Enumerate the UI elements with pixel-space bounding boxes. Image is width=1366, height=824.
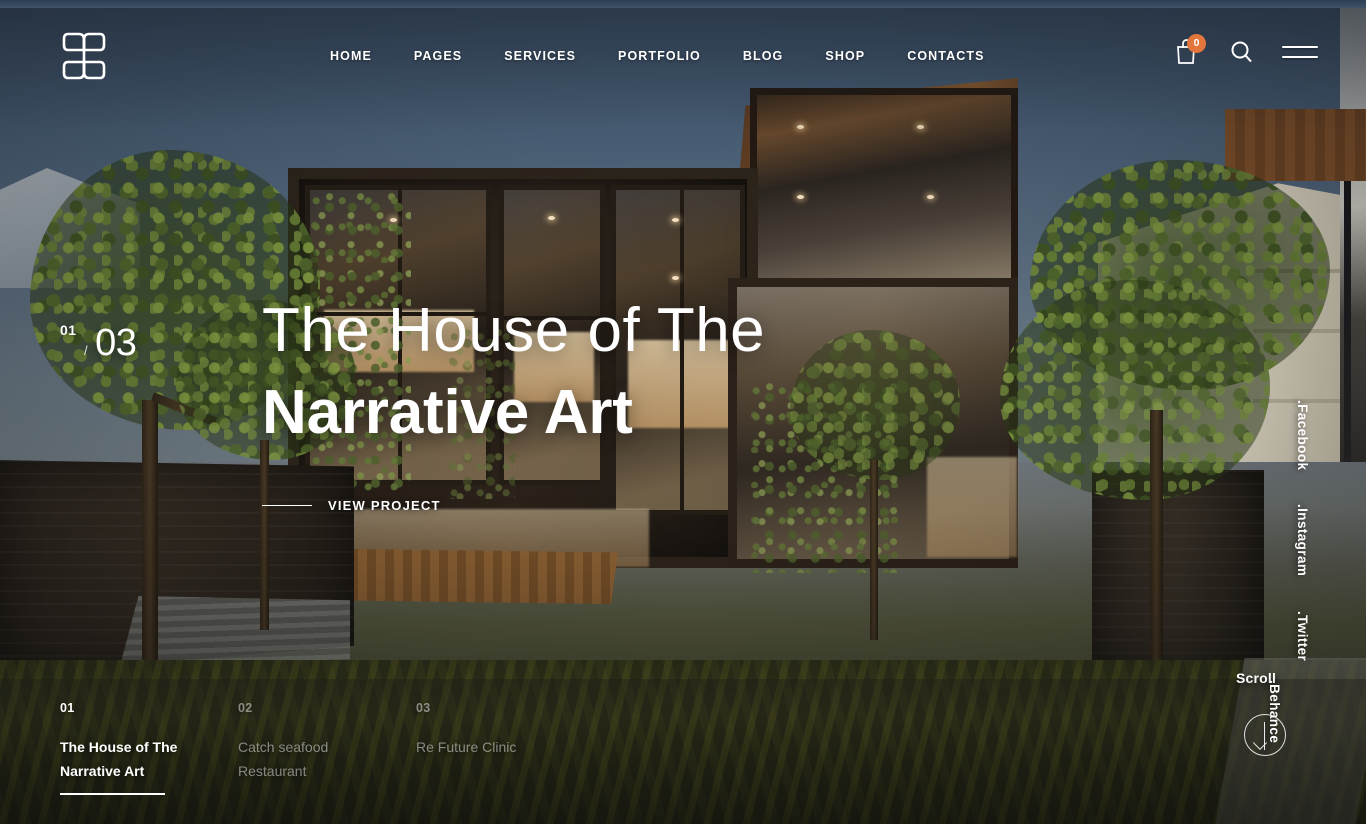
social-links-rail: .Facebook .Instagram .Twitter [1295,400,1310,661]
nav-item-services[interactable]: SERVICES [483,44,597,68]
header-actions: 0 [1174,34,1318,66]
hamburger-line-bottom [1282,56,1318,58]
social-link-twitter[interactable]: .Twitter [1295,611,1310,661]
slider-item-number: 03 [416,701,431,715]
social-link-facebook[interactable]: .Facebook [1295,400,1310,470]
hero-title-line-2: Narrative Art [262,378,633,447]
view-project-button[interactable]: VIEW PROJECT [262,498,441,513]
arrow-down-icon [1264,722,1266,750]
slide-counter: 01 / 03 [60,322,137,365]
search-button[interactable] [1228,38,1254,66]
hamburger-menu-button[interactable] [1282,44,1318,60]
slider-item-title: Catch seafood Restaurant [238,739,329,780]
slider-item-03[interactable]: 03 Re Future Clinic [416,701,594,783]
slider-item-title: Re Future Clinic [416,739,517,755]
nav-item-home[interactable]: HOME [320,44,393,68]
hamburger-line-top [1282,46,1318,48]
nav-item-blog[interactable]: BLOG [722,44,805,68]
slider-item-01[interactable]: 01 The House of The Narrative Art [60,701,238,795]
view-project-rule [262,504,312,507]
cart-count-badge: 0 [1187,34,1206,53]
slider-item-02[interactable]: 02 Catch seafood Restaurant [238,701,416,783]
main-navigation[interactable]: HOME PAGES SERVICES PORTFOLIO BLOG SHOP … [320,44,1006,68]
site-header: HOME PAGES SERVICES PORTFOLIO BLOG SHOP … [0,0,1366,110]
h-monogram-logo[interactable] [58,28,110,84]
search-icon [1231,41,1252,63]
scroll-indicator[interactable]: Scroll .Behance [1236,670,1320,790]
nav-item-contacts[interactable]: CONTACTS [886,44,1005,68]
slide-counter-current: 01 [60,322,77,338]
slider-items: 01 The House of The Narrative Art 02 Cat… [60,701,594,795]
hero-title-line-1: The House of The [262,296,766,365]
nav-item-pages[interactable]: PAGES [393,44,483,68]
slide-counter-separator: / [84,343,88,358]
cart-button[interactable]: 0 [1174,34,1206,66]
hero-slider-stage: HOME PAGES SERVICES PORTFOLIO BLOG SHOP … [0,0,1366,824]
social-link-instagram[interactable]: .Instagram [1295,504,1310,576]
slider-item-number: 01 [60,701,75,715]
slider-thumbnail-strip: 01 The House of The Narrative Art 02 Cat… [0,679,1366,824]
page-title: The House of The Narrative Art [262,300,765,444]
slider-item-number: 02 [238,701,253,715]
slider-item-title: The House of The Narrative Art [60,739,178,780]
slide-counter-total: 03 [95,322,137,364]
slider-active-underline [60,793,165,795]
nav-item-shop[interactable]: SHOP [804,44,886,68]
view-project-label: VIEW PROJECT [328,498,441,513]
nav-item-portfolio[interactable]: PORTFOLIO [597,44,722,68]
